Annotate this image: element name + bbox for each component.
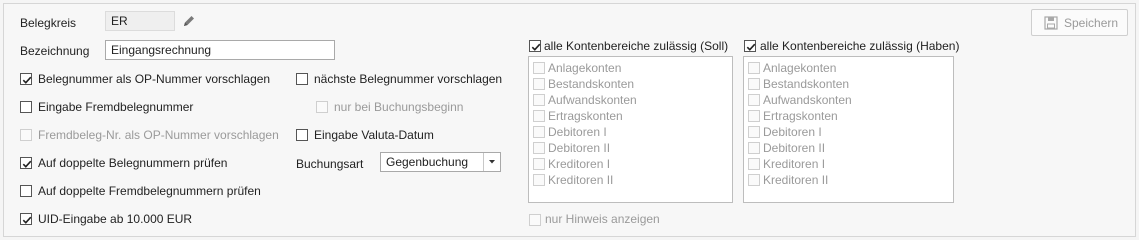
checkmark-icon	[22, 216, 32, 224]
checkbox-alle-haben[interactable]	[744, 40, 756, 52]
checkbox-doppelte-fremdbelegnummern[interactable]	[20, 185, 32, 197]
haben-header-label: alle Kontenbereiche zulässig (Haben)	[760, 39, 960, 53]
list-item-checkbox[interactable]	[748, 110, 760, 122]
belegkreis-label: Belegkreis	[20, 16, 77, 30]
chevron-down-icon	[483, 153, 500, 171]
checkbox-nur-hinweis[interactable]	[529, 214, 541, 226]
checkbox-valuta-datum[interactable]	[296, 129, 308, 141]
save-button[interactable]: Speichern	[1031, 9, 1128, 36]
list-item-label: Kreditoren II	[548, 173, 614, 187]
list-item-label: Bestandskonten	[548, 77, 635, 91]
soll-account-list[interactable]: Anlagekonten Bestandskonten Aufwandskonten…	[528, 56, 733, 203]
checkmark-icon	[531, 43, 541, 51]
checkmark-icon	[746, 43, 756, 51]
list-item-checkbox[interactable]	[533, 94, 545, 106]
checkbox-nur-buchungsbeginn[interactable]	[316, 101, 328, 113]
checkbox-label: Belegnummer als OP-Nummer vorschlagen	[38, 72, 271, 86]
haben-account-list[interactable]: Anlagekonten Bestandskonten Aufwandskonten…	[743, 56, 954, 203]
checkmark-icon	[22, 160, 32, 168]
list-item-checkbox[interactable]	[533, 126, 545, 138]
list-item-label: Ertragskonten	[548, 109, 623, 123]
list-item-checkbox[interactable]	[748, 78, 760, 90]
checkbox-label: Auf doppelte Belegnummern prüfen	[38, 156, 228, 170]
soll-header-label: alle Kontenbereiche zulässig (Soll)	[544, 39, 729, 53]
buchungsart-select[interactable]: Gegenbuchung	[380, 152, 501, 172]
checkbox-label: nächste Belegnummer vorschlagen	[314, 72, 503, 86]
checkbox-fremdbelegnummer[interactable]	[20, 101, 32, 113]
list-item-label: Kreditoren II	[763, 173, 829, 187]
checkbox-belegnummer-op[interactable]	[20, 73, 32, 85]
list-item-label: Anlagekonten	[763, 61, 837, 75]
save-icon	[1044, 16, 1058, 30]
list-item-checkbox[interactable]	[748, 142, 760, 154]
nur-hinweis-label: nur Hinweis anzeigen	[545, 212, 660, 226]
checkbox-label: nur bei Buchungsbeginn	[334, 100, 464, 114]
list-item-checkbox[interactable]	[533, 78, 545, 90]
list-item-label: Debitoren I	[548, 125, 607, 139]
list-item-checkbox[interactable]	[748, 94, 760, 106]
checkbox-label: Auf doppelte Fremdbelegnummern prüfen	[38, 184, 261, 198]
pencil-icon[interactable]	[181, 13, 197, 29]
checkmark-icon	[22, 76, 32, 84]
list-item-label: Bestandskonten	[763, 77, 850, 91]
list-item-label: Anlagekonten	[548, 61, 622, 75]
checkbox-doppelte-belegnummern[interactable]	[20, 157, 32, 169]
buchungsart-label: Buchungsart	[296, 157, 364, 171]
checkbox-label: Eingabe Fremdbelegnummer	[38, 100, 194, 114]
list-item-checkbox[interactable]	[748, 62, 760, 74]
save-button-label: Speichern	[1064, 16, 1119, 30]
checkbox-label: UID-Eingabe ab 10.000 EUR	[38, 212, 193, 226]
bezeichnung-field[interactable]: Eingangsrechnung	[105, 40, 335, 60]
checkbox-label: Fremdbeleg-Nr. als OP-Nummer vorschlagen	[38, 128, 279, 142]
checkbox-label: Eingabe Valuta-Datum	[314, 128, 434, 142]
list-item-checkbox[interactable]	[533, 142, 545, 154]
form-panel: Belegkreis ER Bezeichnung Eingangsrechnu…	[3, 3, 1136, 237]
list-item-label: Aufwandskonten	[763, 93, 852, 107]
list-item-label: Aufwandskonten	[548, 93, 637, 107]
checkbox-fremdbeleg-op[interactable]	[20, 129, 32, 141]
list-item-label: Debitoren II	[763, 141, 826, 155]
list-item-label: Kreditoren I	[763, 157, 826, 171]
list-item-checkbox[interactable]	[533, 158, 545, 170]
list-item-checkbox[interactable]	[533, 110, 545, 122]
list-item-label: Debitoren I	[763, 125, 822, 139]
list-item-checkbox[interactable]	[748, 126, 760, 138]
list-item-label: Debitoren II	[548, 141, 611, 155]
list-item-checkbox[interactable]	[533, 62, 545, 74]
list-item-label: Ertragskonten	[763, 109, 838, 123]
checkbox-naechste-belegnummer[interactable]	[296, 73, 308, 85]
checkbox-alle-soll[interactable]	[529, 40, 541, 52]
list-item-checkbox[interactable]	[533, 174, 545, 186]
list-item-checkbox[interactable]	[748, 158, 760, 170]
checkbox-uid-eingabe[interactable]	[20, 213, 32, 225]
belegkreis-field: ER	[105, 11, 175, 31]
list-item-label: Kreditoren I	[548, 157, 611, 171]
bezeichnung-label: Bezeichnung	[20, 44, 90, 58]
buchungsart-value: Gegenbuchung	[386, 155, 469, 169]
list-item-checkbox[interactable]	[748, 174, 760, 186]
